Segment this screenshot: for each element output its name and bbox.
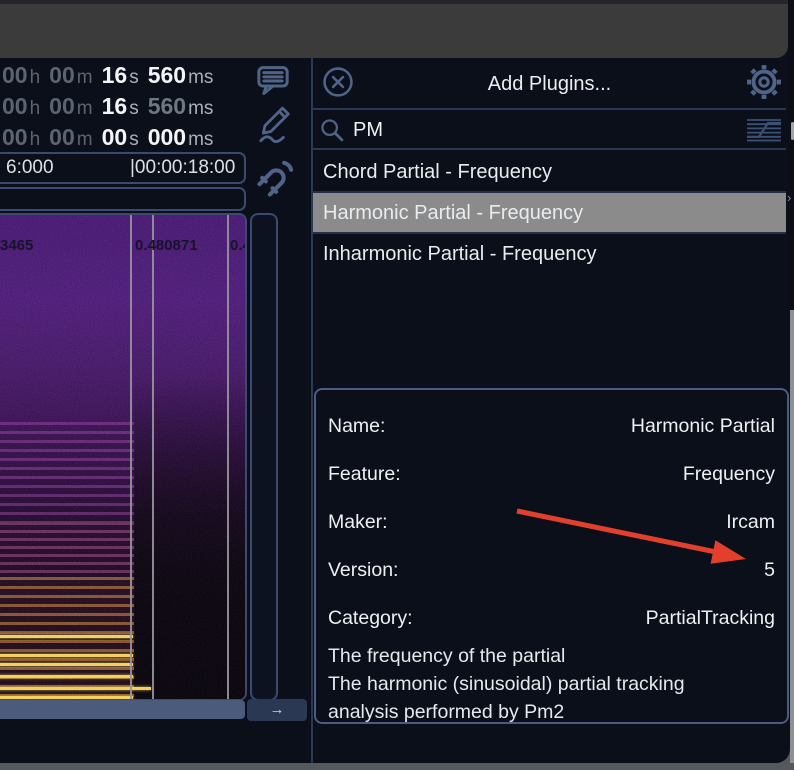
timecode-segment: ms [188, 67, 214, 88]
details-field-value: Ircam [726, 510, 775, 533]
empty-track-lane[interactable] [250, 213, 278, 701]
magnet-icon [253, 160, 297, 205]
app-window: 00 h 00 m 16 s 560 ms 00 h 00 m 16 s 560 ms 00 h 00 m 00 s 000… [0, 0, 790, 763]
timecode-row[interactable]: 00 h 00 m 16 s 560 ms [2, 91, 247, 122]
panel-header: Add Plugins... [313, 58, 786, 110]
details-field-label: Version: [328, 558, 399, 581]
timecode-segment: 00 [2, 124, 28, 150]
details-field-row: Name: Harmonic Partial [316, 402, 787, 450]
description-line: The frequency of the partial [328, 645, 566, 667]
timecode-segment: 000 [147, 124, 187, 150]
draw-tool-button[interactable] [254, 100, 296, 150]
secondary-ruler[interactable] [0, 187, 246, 211]
spectrogram-view[interactable]: 3465 0.480871 0.4 [0, 213, 247, 701]
ruler-end-label: |00:00:18:00 [130, 157, 236, 178]
details-field-label: Category: [328, 606, 413, 629]
horizontal-scrollbar-thumb[interactable] [0, 700, 245, 719]
settings-button[interactable] [745, 63, 783, 103]
timecode-segment: 16 [101, 62, 128, 88]
timecode-segment: 00 [2, 62, 28, 88]
timecode-segment: ms [188, 129, 214, 150]
marker-value-label: 3465 [0, 237, 34, 254]
timecode-segment: 16 [101, 93, 128, 119]
plugin-list-item[interactable]: Chord Partial - Frequency [313, 152, 786, 193]
timecode-segment: 560 [147, 62, 187, 88]
plugin-details-fields: Name: Harmonic Partial Feature: Frequency Ma… [316, 402, 787, 642]
plugin-details-panel: Name: Harmonic Partial Feature: Frequency Ma… [314, 388, 789, 724]
timecode-segment: 00 [2, 93, 28, 119]
description-line: analysis performed by Pm2 [328, 701, 565, 723]
plugin-search-input[interactable] [351, 115, 601, 145]
timecode-segment: m [76, 129, 93, 150]
magnet-tool-button[interactable] [252, 156, 298, 204]
sort-filter-button[interactable] [742, 117, 786, 145]
plugin-list-item[interactable]: Inharmonic Partial - Frequency [313, 234, 786, 275]
marker-line[interactable] [152, 215, 154, 699]
pencil-icon [255, 106, 295, 151]
details-field-row: Maker: Ircam [316, 498, 787, 546]
magnifier-icon [318, 116, 346, 149]
close-panel-button[interactable] [319, 64, 357, 102]
marker-value-label: 0.4 [230, 237, 245, 254]
edge-caret-fragment: › [787, 190, 792, 205]
timecode-block: 00 h 00 m 16 s 560 ms 00 h 00 m 16 s 560 ms 00 h 00 m 00 s 000… [2, 60, 247, 153]
wave-lines-icon [743, 119, 785, 146]
time-ruler[interactable]: 6:000 |00:00:18:00 [0, 152, 246, 184]
timecode-segment: h [29, 98, 41, 119]
timecode-segment: m [76, 67, 93, 88]
timecode-segment: 560 [147, 93, 187, 119]
plugin-description: The frequency of the partial The harmonic… [316, 642, 787, 723]
timecode-segment: s [129, 129, 139, 150]
timecode-segment: m [76, 98, 93, 119]
timecode-segment: s [129, 67, 139, 88]
right-arrow-icon: → [269, 701, 285, 718]
ruler-start-label: 6:000 [6, 157, 54, 178]
marker-value-label: 0.480871 [135, 237, 198, 254]
details-field-row: Version: 5 [316, 546, 787, 594]
external-window-titlebar [0, 0, 788, 58]
titlebar-top-strip [0, 0, 788, 4]
screenshot-root: 00 h 00 m 16 s 560 ms 00 h 00 m 16 s 560 ms 00 h 00 m 00 s 000… [0, 0, 794, 770]
timecode-segment: ms [188, 98, 214, 119]
add-plugins-panel: Add Plugins... PM Chord Partial - Freque… [313, 58, 789, 763]
details-field-value: Harmonic Partial [630, 414, 775, 437]
screen-edge-gray-strip [790, 310, 794, 763]
details-field-label: Maker: [328, 510, 388, 533]
timecode-segment: 00 [101, 124, 128, 150]
timecode-segment: 00 [49, 124, 75, 150]
gear-icon [746, 65, 782, 104]
timecode-segment: h [29, 129, 41, 150]
details-field-value: Frequency [682, 462, 775, 485]
details-field-value: 5 [764, 558, 775, 581]
marker-line[interactable] [130, 215, 132, 699]
timecode-segment: h [29, 67, 41, 88]
scroll-right-button[interactable]: → [247, 699, 307, 721]
timecode-row[interactable]: 00 h 00 m 16 s 560 ms [2, 60, 247, 91]
details-field-row: Category: PartialTracking [316, 594, 787, 642]
plugin-search-row [313, 112, 786, 150]
spectrogram-noise [0, 215, 245, 699]
timecode-segment: 00 [49, 93, 75, 119]
details-field-row: Feature: Frequency [316, 450, 787, 498]
plugin-list-item[interactable]: Harmonic Partial - Frequency [313, 193, 786, 234]
circle-x-icon [321, 66, 355, 102]
screen-edge-dark [790, 0, 794, 310]
details-field-value: PartialTracking [645, 606, 775, 629]
marker-line[interactable] [227, 215, 229, 699]
timecode-segment: s [129, 98, 139, 119]
details-field-label: Name: [328, 414, 386, 437]
description-line: The harmonic (sinusoidal) partial tracki… [328, 673, 685, 695]
timecode-segment: 00 [49, 62, 75, 88]
panel-title: Add Plugins... [487, 73, 612, 95]
plugin-list: Chord Partial - Frequency Harmonic Partia… [313, 152, 786, 275]
details-field-label: Feature: [328, 462, 401, 485]
timecode-row[interactable]: 00 h 00 m 00 s 000 ms [2, 122, 247, 153]
comment-tool-button[interactable] [252, 60, 294, 104]
